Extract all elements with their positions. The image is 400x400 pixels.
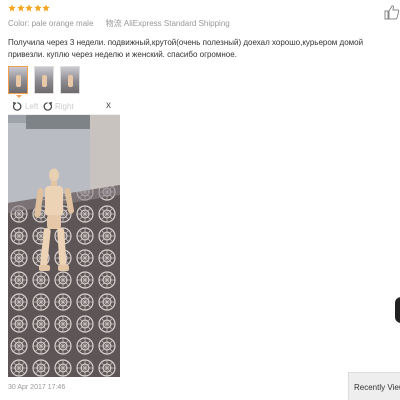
rotate-right-button[interactable]: Right [42, 101, 74, 112]
selected-thumbnail-pointer [16, 95, 22, 98]
review-text: Получила через 3 недели. подвижный,круто… [8, 38, 364, 59]
star-icon [33, 4, 42, 12]
shipping-value: AliExpress Standard Shipping [123, 19, 230, 28]
close-icon[interactable]: x [106, 100, 111, 111]
color-label: Color: [8, 19, 30, 28]
rating-stars [8, 4, 51, 16]
photo-thumbnails [8, 66, 80, 94]
photo-thumbnail[interactable] [60, 66, 80, 94]
star-icon [16, 4, 25, 12]
star-icon [42, 4, 50, 12]
rotate-left-icon [12, 101, 22, 111]
photo-thumbnail[interactable] [8, 66, 28, 94]
review-date: 30 Apr 2017 17:46 [8, 384, 66, 391]
rotate-right-label: Right [55, 102, 74, 111]
review-photo [8, 115, 120, 377]
rotate-left-button[interactable]: Left [12, 101, 38, 112]
thumbs-up-icon[interactable] [384, 4, 400, 20]
star-icon [25, 4, 33, 12]
side-scroll-button[interactable] [395, 297, 400, 323]
color-value: pale orange male [31, 19, 94, 28]
photo-thumbnail[interactable] [34, 66, 54, 94]
review-meta: Color: pale orange male 物流 AliExpress St… [8, 18, 230, 29]
recently-viewed-tab[interactable]: Recently Viewe [348, 372, 400, 400]
rotate-right-icon [43, 101, 53, 111]
review-page: Color: pale orange male 物流 AliExpress St… [0, 0, 400, 400]
shipping-label: 物流 [105, 19, 122, 28]
photo-viewer-toolbar: Left Right x [8, 100, 120, 115]
star-icon [8, 4, 16, 12]
rotate-left-label: Left [25, 102, 39, 111]
